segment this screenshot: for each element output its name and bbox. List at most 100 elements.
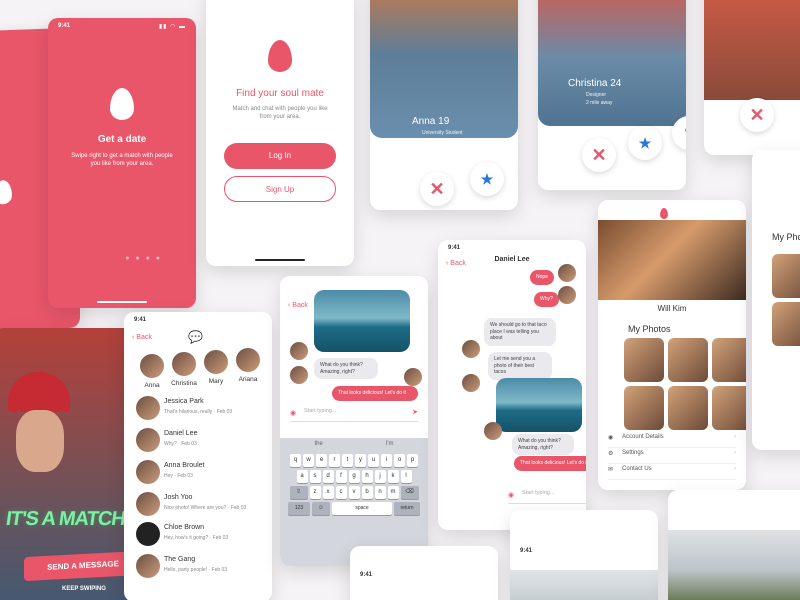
- shared-photo[interactable]: [496, 378, 582, 432]
- story-avatar-anna[interactable]: [140, 354, 164, 378]
- onboarding-subtitle: Swipe right to get a match with people y…: [71, 153, 173, 168]
- pager-dots[interactable]: ● ● ● ●: [125, 255, 162, 262]
- key[interactable]: y: [355, 454, 366, 467]
- photo-tile[interactable]: [772, 302, 800, 346]
- thread-name[interactable]: The Gang: [164, 556, 195, 563]
- shift-key[interactable]: ⇧: [289, 486, 308, 499]
- thread-preview: Hello, party people! · Feb 03: [164, 567, 228, 573]
- key[interactable]: s: [309, 470, 321, 483]
- login-button[interactable]: Log In: [224, 143, 336, 169]
- user-icon: ◉: [608, 435, 614, 441]
- thread-name[interactable]: Josh Yoo: [164, 494, 192, 501]
- thread-name[interactable]: Chloe Brown: [164, 524, 204, 531]
- status-time: 9:41: [134, 317, 147, 323]
- key[interactable]: r: [329, 454, 340, 467]
- dislike-button[interactable]: ✕: [420, 172, 454, 206]
- photo-tile[interactable]: [712, 386, 746, 430]
- space-key[interactable]: space: [332, 502, 392, 515]
- card-distance: 2 mile away: [586, 100, 613, 106]
- message-input[interactable]: ◉ Start typing... ➤: [290, 408, 418, 422]
- key[interactable]: i: [381, 454, 392, 467]
- keyboard-row-4: 123 ☺ space return: [283, 502, 425, 515]
- thread-avatar[interactable]: [136, 396, 160, 420]
- back-button[interactable]: ‹ Back: [132, 334, 152, 341]
- key[interactable]: n: [374, 486, 386, 499]
- numbers-key[interactable]: 123: [288, 502, 310, 515]
- key[interactable]: b: [361, 486, 373, 499]
- phone-chat-conversation: 9:41 ‹ Back Daniel Lee Nope Why? We shou…: [438, 240, 586, 530]
- thread-avatar[interactable]: [136, 522, 160, 546]
- key[interactable]: h: [361, 470, 373, 483]
- suggestion[interactable]: I'm: [386, 441, 394, 451]
- shared-photo[interactable]: [314, 290, 410, 352]
- send-icon[interactable]: ➤: [412, 408, 418, 416]
- dislike-button[interactable]: ✕: [582, 138, 616, 172]
- keep-swiping-link[interactable]: KEEP SWIPING: [62, 586, 106, 592]
- gear-icon: ⚙: [608, 451, 614, 457]
- chat-bubbles-icon[interactable]: 💬: [188, 330, 203, 344]
- key[interactable]: x: [322, 486, 334, 499]
- photo-tile[interactable]: [624, 386, 664, 430]
- key[interactable]: k: [387, 470, 399, 483]
- story-avatar-ariana[interactable]: [236, 348, 260, 372]
- photo-tile[interactable]: [668, 386, 708, 430]
- thread-avatar[interactable]: [136, 492, 160, 516]
- key[interactable]: j: [374, 470, 386, 483]
- return-key[interactable]: return: [394, 502, 420, 515]
- story-avatar-christina[interactable]: [172, 352, 196, 376]
- profile-cover-photo[interactable]: [598, 220, 746, 300]
- key[interactable]: f: [335, 470, 347, 483]
- key[interactable]: u: [368, 454, 379, 467]
- dislike-button[interactable]: ✕: [740, 98, 774, 132]
- delete-key[interactable]: ⌫: [400, 486, 419, 499]
- message-input[interactable]: ◉ Start typing...: [508, 490, 586, 504]
- avatar: [290, 342, 308, 360]
- superlike-button[interactable]: ★: [470, 162, 504, 196]
- key[interactable]: v: [348, 486, 360, 499]
- thread-avatar-group[interactable]: [136, 554, 160, 578]
- key[interactable]: p: [407, 454, 418, 467]
- camera-icon[interactable]: ◉: [508, 491, 514, 499]
- key[interactable]: q: [290, 454, 301, 467]
- card-distance: 1 mile away: [422, 138, 449, 144]
- thread-avatar[interactable]: [136, 460, 160, 484]
- emoji-icon[interactable]: ☺: [312, 502, 330, 515]
- menu-contact-us[interactable]: ✉ Contact Us ›: [608, 466, 736, 480]
- key[interactable]: o: [394, 454, 405, 467]
- menu-account-details[interactable]: ◉ Account Details ›: [608, 434, 736, 448]
- thread-preview: Nice photo! Where are you? · Feb 03: [164, 505, 247, 511]
- keyboard-suggestions[interactable]: the I'm: [283, 441, 425, 451]
- menu-settings[interactable]: ⚙ Settings ›: [608, 450, 736, 464]
- thread-name[interactable]: Jessica Park: [164, 398, 204, 405]
- key[interactable]: g: [348, 470, 360, 483]
- key[interactable]: l: [400, 470, 412, 483]
- thread-avatar[interactable]: [136, 428, 160, 452]
- home-indicator: [255, 259, 305, 261]
- signup-button[interactable]: Sign Up: [224, 176, 336, 202]
- key[interactable]: w: [303, 454, 314, 467]
- photo-tile[interactable]: [668, 338, 708, 382]
- thread-name[interactable]: Daniel Lee: [164, 430, 197, 437]
- back-button[interactable]: ‹ Back: [288, 302, 308, 309]
- camera-icon[interactable]: ◉: [290, 409, 296, 417]
- key[interactable]: d: [322, 470, 334, 483]
- superlike-button[interactable]: ★: [628, 126, 662, 160]
- story-avatar-mary[interactable]: [204, 350, 228, 374]
- profile-photo[interactable]: [538, 0, 686, 126]
- photo-tile[interactable]: [772, 254, 800, 298]
- story-name: Anna: [144, 382, 160, 389]
- key[interactable]: c: [335, 486, 347, 499]
- key[interactable]: z: [309, 486, 321, 499]
- profile-photo[interactable]: [704, 0, 800, 100]
- photo-tile[interactable]: [712, 338, 746, 382]
- landscape-photo: [510, 570, 658, 600]
- key[interactable]: e: [316, 454, 327, 467]
- avatar: [404, 368, 422, 386]
- menu-label: Account Details: [622, 434, 664, 440]
- key[interactable]: t: [342, 454, 353, 467]
- suggestion[interactable]: the: [314, 441, 322, 451]
- key[interactable]: m: [387, 486, 399, 499]
- key[interactable]: a: [296, 470, 308, 483]
- photo-tile[interactable]: [624, 338, 664, 382]
- thread-name[interactable]: Anna Broulet: [164, 462, 204, 469]
